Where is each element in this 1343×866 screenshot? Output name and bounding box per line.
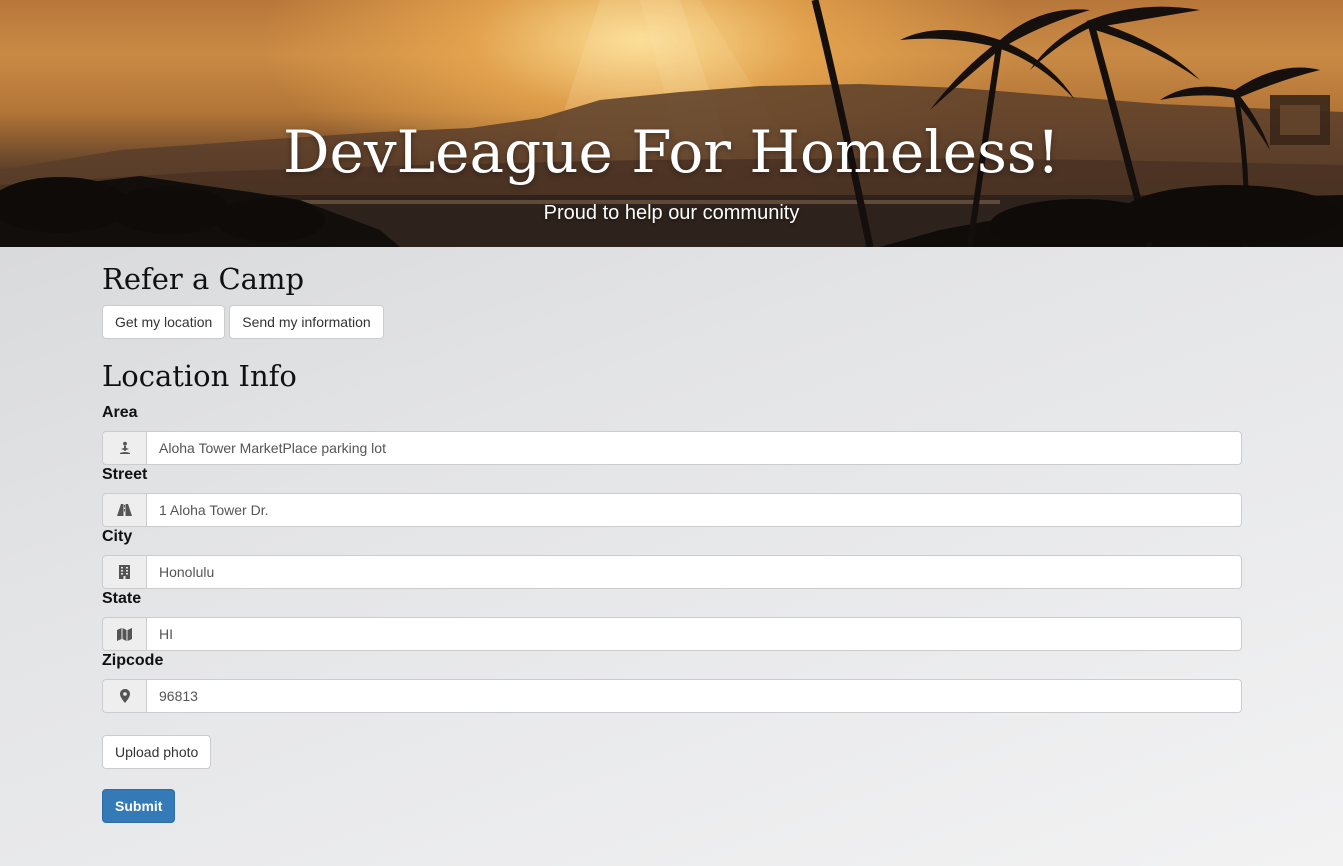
map-marker-icon	[102, 679, 146, 713]
street-input[interactable]	[146, 493, 1242, 527]
street-field: Street	[102, 466, 1242, 528]
person-icon	[102, 431, 146, 465]
building-icon	[102, 555, 146, 589]
street-input-group	[102, 493, 1242, 527]
city-input[interactable]	[146, 555, 1242, 589]
main-content: Refer a Camp Get my location Send my inf…	[102, 262, 1242, 823]
state-label: State	[102, 590, 142, 607]
send-information-button[interactable]: Send my information	[229, 305, 384, 339]
city-field: City	[102, 528, 1242, 590]
hero-title: DevLeague For Homeless!	[283, 118, 1060, 186]
area-label: Area	[102, 404, 138, 421]
city-label: City	[102, 528, 133, 545]
submit-button[interactable]: Submit	[102, 789, 176, 823]
hero-subtitle: Proud to help our community	[543, 202, 800, 224]
area-input[interactable]	[146, 431, 1242, 465]
state-input-group	[102, 617, 1242, 651]
location-info-section: Location Info Area Street	[102, 359, 1242, 714]
upload-row: Upload photo	[102, 735, 1242, 769]
get-location-button[interactable]: Get my location	[102, 305, 226, 339]
refer-button-row: Get my location Send my information	[102, 305, 1242, 339]
state-field: State	[102, 590, 1242, 652]
refer-camp-heading: Refer a Camp	[102, 262, 305, 296]
state-input[interactable]	[146, 617, 1242, 651]
zipcode-input-group	[102, 679, 1242, 713]
submit-row: Submit	[102, 789, 1242, 823]
map-icon	[102, 617, 146, 651]
street-label: Street	[102, 466, 148, 483]
zipcode-input[interactable]	[146, 679, 1242, 713]
zipcode-label: Zipcode	[102, 652, 164, 669]
road-icon	[102, 493, 146, 527]
hero-banner: DevLeague For Homeless! Proud to help ou…	[0, 0, 1343, 247]
location-info-heading: Location Info	[102, 359, 297, 393]
area-input-group	[102, 431, 1242, 465]
area-field: Area	[102, 404, 1242, 466]
city-input-group	[102, 555, 1242, 589]
upload-photo-button[interactable]: Upload photo	[102, 735, 212, 769]
zipcode-field: Zipcode	[102, 652, 1242, 714]
